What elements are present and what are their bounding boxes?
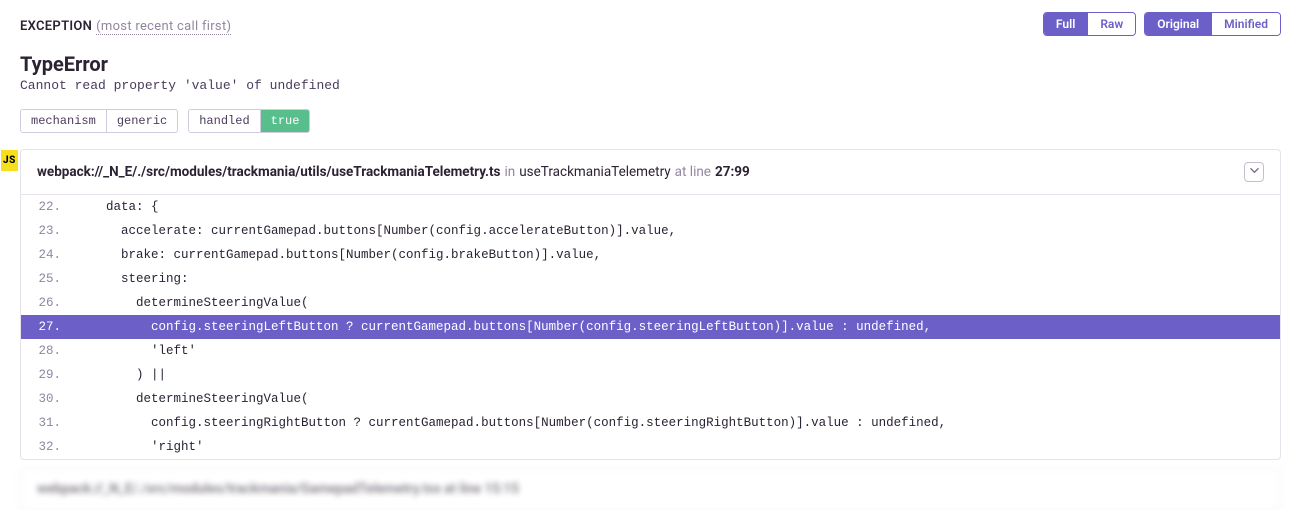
line-number: 32.	[21, 435, 91, 459]
tag-value: true	[261, 110, 310, 132]
line-number: 28.	[21, 339, 91, 363]
collapse-frame-button[interactable]	[1244, 162, 1264, 182]
line-content: 'left'	[91, 339, 1280, 363]
section-order-hint: (most recent call first)	[96, 19, 231, 35]
frame-function-name: useTrackmaniaTelemetry	[519, 164, 670, 180]
chevron-down-icon	[1250, 166, 1259, 178]
line-content: data: {	[91, 195, 1280, 219]
language-badge: JS	[1, 150, 18, 171]
line-content: determineSteeringValue(	[91, 387, 1280, 411]
code-line: 24. brake: currentGamepad.buttons[Number…	[21, 243, 1280, 267]
toggle-original-button[interactable]: Original	[1145, 13, 1211, 35]
frame-file-path: webpack://_N_E/./src/modules/trackmania/…	[37, 164, 500, 180]
tag-mechanism[interactable]: mechanism generic	[20, 109, 178, 133]
line-number: 30.	[21, 387, 91, 411]
line-number: 24.	[21, 243, 91, 267]
line-number: 26.	[21, 291, 91, 315]
frame-in-word: in	[504, 164, 515, 180]
code-line: 29. ) ||	[21, 363, 1280, 387]
line-content: steering:	[91, 267, 1280, 291]
line-number: 22.	[21, 195, 91, 219]
sourcemap-toggle: Original Minified	[1144, 12, 1281, 36]
line-number: 29.	[21, 363, 91, 387]
error-type: TypeError	[0, 44, 1301, 78]
tag-handled[interactable]: handled true	[188, 109, 310, 133]
line-content: accelerate: currentGamepad.buttons[Numbe…	[91, 219, 1280, 243]
tag-value: generic	[107, 110, 177, 132]
tags-row: mechanism generic handled true	[0, 109, 1301, 149]
stacktrace-format-toggle: Full Raw	[1043, 12, 1136, 36]
next-stack-frame-preview: webpack://_N_E/./src/modules/trackmania/…	[20, 468, 1281, 510]
line-content: config.steeringRightButton ? currentGame…	[91, 411, 1280, 435]
frame-line-col: 27:99	[715, 164, 750, 180]
code-line: 26. determineSteeringValue(	[21, 291, 1280, 315]
line-number: 31.	[21, 411, 91, 435]
view-toggles: Full Raw Original Minified	[1043, 12, 1281, 36]
frame-atline-word: at line	[675, 164, 711, 180]
line-content: ) ||	[91, 363, 1280, 387]
error-message: Cannot read property 'value' of undefine…	[0, 78, 1301, 109]
tag-key: handled	[189, 110, 260, 132]
line-number: 23.	[21, 219, 91, 243]
section-label: EXCEPTION	[20, 19, 92, 34]
line-content: determineSteeringValue(	[91, 291, 1280, 315]
code-line: 25. steering:	[21, 267, 1280, 291]
toggle-minified-button[interactable]: Minified	[1211, 13, 1280, 35]
section-heading: EXCEPTION (most recent call first)	[20, 15, 231, 34]
code-context: 22. data: {23. accelerate: currentGamepa…	[21, 195, 1280, 459]
code-line: 32. 'right'	[21, 435, 1280, 459]
code-line: 22. data: {	[21, 195, 1280, 219]
line-number: 25.	[21, 267, 91, 291]
line-content: 'right'	[91, 435, 1280, 459]
toggle-full-button[interactable]: Full	[1044, 13, 1087, 35]
code-line: 30. determineSteeringValue(	[21, 387, 1280, 411]
tag-key: mechanism	[21, 110, 107, 132]
stack-frame: JS webpack://_N_E/./src/modules/trackman…	[20, 149, 1281, 460]
line-number: 27.	[21, 315, 91, 339]
code-line-error: 27. config.steeringLeftButton ? currentG…	[21, 315, 1280, 339]
frame-header[interactable]: webpack://_N_E/./src/modules/trackmania/…	[21, 150, 1280, 195]
line-content: config.steeringLeftButton ? currentGamep…	[91, 315, 1280, 339]
line-content: brake: currentGamepad.buttons[Number(con…	[91, 243, 1280, 267]
code-line: 23. accelerate: currentGamepad.buttons[N…	[21, 219, 1280, 243]
code-line: 28. 'left'	[21, 339, 1280, 363]
toggle-raw-button[interactable]: Raw	[1087, 13, 1135, 35]
code-line: 31. config.steeringRightButton ? current…	[21, 411, 1280, 435]
